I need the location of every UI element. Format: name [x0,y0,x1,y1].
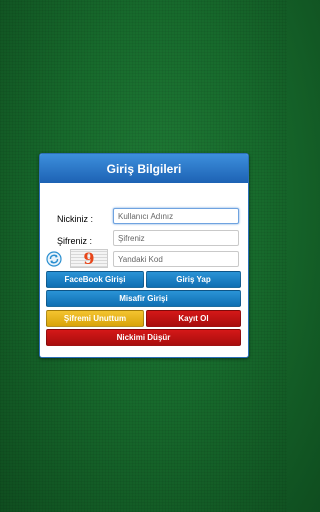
facebook-login-button[interactable]: FaceBook Girişi [46,271,144,288]
captcha-image: 9 [70,249,108,268]
forgot-password-button[interactable]: Şifremi Unuttum [46,310,144,327]
guest-login-button[interactable]: Misafir Girişi [46,290,241,307]
register-button[interactable]: Kayıt Ol [146,310,241,327]
refresh-icon[interactable] [46,251,62,267]
nick-label: Nickiniz : [57,214,94,224]
captcha-input[interactable] [113,251,239,267]
nick-input[interactable] [113,208,239,224]
captcha-digit: 9 [83,249,95,268]
password-input[interactable] [113,230,239,246]
password-label: Şifreniz : [57,236,93,246]
drop-nick-button[interactable]: Nickimi Düşür [46,329,241,346]
login-panel: Giriş Bilgileri Nickiniz : Şifreniz : 9 … [39,153,249,358]
login-button[interactable]: Giriş Yap [146,271,241,288]
panel-title: Giriş Bilgileri [40,154,248,183]
